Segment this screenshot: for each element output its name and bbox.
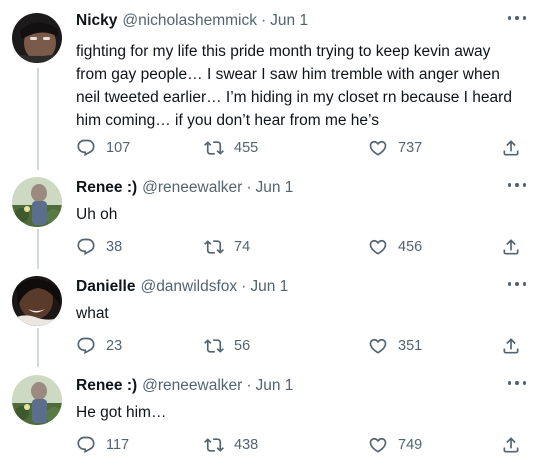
more-options-button[interactable] — [508, 377, 526, 389]
retweet-arrows-icon — [204, 237, 224, 257]
reply-button[interactable]: 117 — [76, 433, 129, 457]
user-handle[interactable]: @reneewalker — [142, 377, 242, 395]
display-name[interactable]: Renee :) — [76, 377, 137, 395]
avatar[interactable] — [12, 13, 62, 63]
retweet-arrows-icon — [204, 435, 224, 455]
retweet-arrows-icon — [204, 336, 224, 356]
tweet-date[interactable]: Jun 1 — [250, 278, 288, 296]
like-count: 749 — [398, 437, 423, 453]
tweet-header: Nicky @nicholashemmick · Jun 1 — [76, 10, 308, 32]
heart-icon — [368, 336, 388, 356]
dot-icon — [522, 16, 526, 20]
tweet[interactable]: Renee :) @reneewalker · Jun 1 Uh oh 38 7… — [0, 177, 540, 267]
like-button[interactable]: 749 — [368, 433, 422, 457]
like-button[interactable]: 737 — [368, 136, 422, 160]
retweet-count: 438 — [234, 437, 259, 453]
tweet-date[interactable]: Jun 1 — [270, 12, 308, 30]
dot-icon — [522, 381, 526, 385]
reply-button[interactable]: 38 — [76, 235, 122, 259]
dot-icon — [515, 16, 519, 20]
heart-icon — [368, 138, 388, 158]
reply-count: 107 — [106, 140, 131, 156]
speech-bubble-icon — [76, 336, 96, 356]
retweet-arrows-icon — [204, 138, 224, 158]
dot-icon — [508, 381, 512, 385]
like-count: 351 — [398, 338, 423, 354]
separator-dot: · — [246, 377, 252, 394]
retweet-count: 455 — [234, 140, 259, 156]
retweet-button[interactable]: 455 — [204, 136, 258, 160]
heart-icon — [368, 237, 388, 257]
tweet-header: Danielle @danwildsfox · Jun 1 — [76, 276, 288, 298]
like-count: 737 — [398, 140, 423, 156]
tweet-text: fighting for my life this pride month tr… — [76, 43, 512, 129]
avatar[interactable] — [12, 375, 62, 425]
tweet-actions: 117 438 749 — [76, 433, 526, 457]
avatar[interactable] — [12, 177, 62, 227]
user-handle[interactable]: @nicholashemmick — [122, 12, 257, 30]
reply-count: 117 — [106, 437, 130, 453]
more-options-button[interactable] — [508, 179, 526, 191]
retweet-button[interactable]: 438 — [204, 433, 258, 457]
reply-button[interactable]: 23 — [76, 334, 122, 358]
tweet[interactable]: Renee :) @reneewalker · Jun 1 He got him… — [0, 375, 540, 465]
like-count: 456 — [398, 239, 423, 255]
avatar[interactable] — [12, 276, 62, 326]
display-name[interactable]: Nicky — [76, 12, 117, 30]
dot-icon — [508, 282, 512, 286]
tweet[interactable]: Nicky @nicholashemmick · Jun 1 fighting … — [0, 10, 540, 170]
dot-icon — [522, 282, 526, 286]
share-upload-icon — [501, 138, 521, 158]
display-name[interactable]: Renee :) — [76, 179, 137, 197]
user-handle[interactable]: @danwildsfox — [140, 278, 237, 296]
share-button[interactable] — [501, 235, 521, 259]
share-button[interactable] — [501, 334, 521, 358]
tweet-header: Renee :) @reneewalker · Jun 1 — [76, 177, 293, 199]
more-options-button[interactable] — [508, 278, 526, 290]
tweet-date[interactable]: Jun 1 — [256, 179, 294, 197]
reply-count: 38 — [106, 239, 123, 255]
tweet-date[interactable]: Jun 1 — [256, 377, 294, 395]
reply-count: 23 — [106, 338, 123, 354]
separator-dot: · — [241, 278, 247, 295]
heart-icon — [368, 435, 388, 455]
share-button[interactable] — [501, 136, 521, 160]
dot-icon — [515, 282, 519, 286]
tweet-actions: 107 455 737 — [76, 136, 526, 160]
separator-dot: · — [246, 179, 252, 196]
share-button[interactable] — [501, 433, 521, 457]
speech-bubble-icon — [76, 237, 96, 257]
dot-icon — [508, 183, 512, 187]
dot-icon — [515, 381, 519, 385]
like-button[interactable]: 456 — [368, 235, 422, 259]
tweet-text: what — [76, 305, 109, 322]
tweet-actions: 38 74 456 — [76, 235, 526, 259]
like-button[interactable]: 351 — [368, 334, 422, 358]
dot-icon — [508, 16, 512, 20]
reply-button[interactable]: 107 — [76, 136, 130, 160]
separator-dot: · — [261, 12, 267, 29]
retweet-count: 56 — [234, 338, 251, 354]
share-upload-icon — [501, 336, 521, 356]
display-name[interactable]: Danielle — [76, 278, 135, 296]
dot-icon — [515, 183, 519, 187]
share-upload-icon — [501, 435, 521, 455]
tweet-text: Uh oh — [76, 206, 118, 223]
tweet-actions: 23 56 351 — [76, 334, 526, 358]
tweet-text: He got him… — [76, 404, 167, 421]
retweet-button[interactable]: 56 — [204, 334, 250, 358]
more-options-button[interactable] — [508, 12, 526, 24]
retweet-button[interactable]: 74 — [204, 235, 250, 259]
speech-bubble-icon — [76, 138, 96, 158]
retweet-count: 74 — [234, 239, 251, 255]
speech-bubble-icon — [76, 435, 96, 455]
tweet[interactable]: Danielle @danwildsfox · Jun 1 what 23 56… — [0, 276, 540, 366]
share-upload-icon — [501, 237, 521, 257]
tweet-header: Renee :) @reneewalker · Jun 1 — [76, 375, 293, 397]
user-handle[interactable]: @reneewalker — [142, 179, 242, 197]
dot-icon — [522, 183, 526, 187]
